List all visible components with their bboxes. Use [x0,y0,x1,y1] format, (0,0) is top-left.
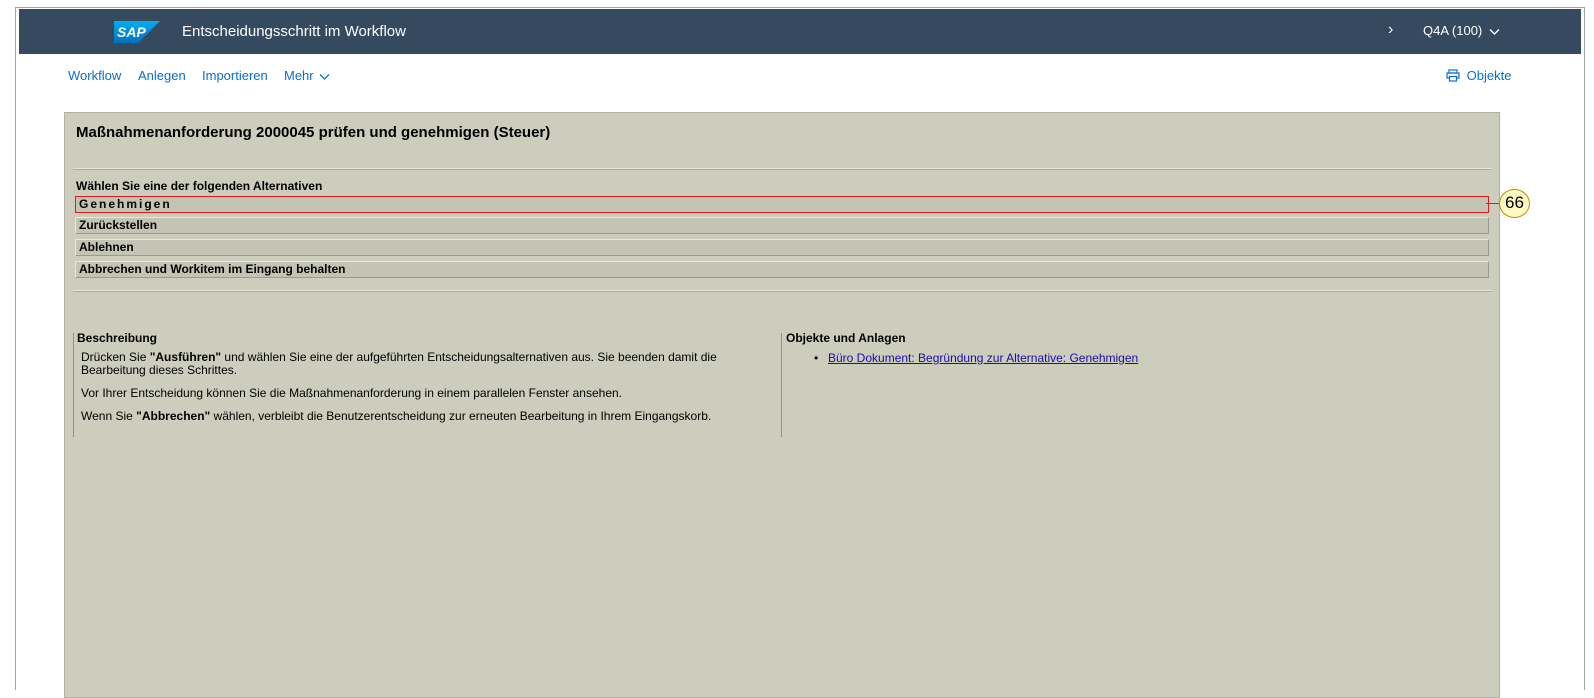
bullet-icon: • [814,351,819,365]
page-title: Maßnahmenanforderung 2000045 prüfen und … [76,124,551,141]
sap-logo-text: SAP [117,24,146,40]
shell-bar: SAP Entscheidungsschritt im Workflow › Q… [19,9,1581,54]
menu-importieren[interactable]: Importieren [202,68,268,83]
description-section: Beschreibung Drücken Sie "Ausführen" und… [77,331,767,433]
system-label: Q4A (100) [1423,23,1483,38]
alternative-genehmigen-button[interactable]: Genehmigen [75,196,1489,213]
chevron-down-icon [1489,28,1500,35]
app-title: Entscheidungsschritt im Workflow [182,23,406,40]
description-paragraph: Wenn Sie "Abbrechen" wählen, verbleibt d… [81,409,712,423]
chevron-down-icon [319,73,330,80]
attachment-link[interactable]: Büro Dokument: Begründung zur Alternativ… [828,351,1138,365]
chevron-right-icon[interactable]: › [1388,21,1393,39]
column-border [73,333,74,437]
menu-workflow[interactable]: Workflow [68,68,121,83]
app-window: SAP Entscheidungsschritt im Workflow › Q… [15,7,1585,698]
objects-button[interactable]: Objekte [1446,68,1511,83]
divider [73,290,1491,292]
column-divider [781,333,782,437]
objects-section: Objekte und Anlagen • Büro Dokument: Begr… [786,331,1476,365]
list-item: • Büro Dokument: Begründung zur Alternati… [814,351,1476,365]
printer-icon [1446,69,1460,82]
objects-heading: Objekte und Anlagen [786,331,906,345]
toolbar: Workflow Anlegen Importieren Mehr Objekt… [16,54,1584,104]
annotation-connector [1486,203,1500,204]
description-heading: Beschreibung [77,331,158,345]
alternatives-label: Wählen Sie eine der folgenden Alternativ… [76,179,323,193]
menu-anlegen[interactable]: Anlegen [138,68,186,83]
description-paragraph: Drücken Sie "Ausführen" und wählen Sie e… [81,350,717,377]
alternative-abbrechen-button[interactable]: Abbrechen und Workitem im Eingang behalt… [75,261,1489,278]
annotation-badge: 66 [1499,189,1530,218]
decision-panel: Maßnahmenanforderung 2000045 prüfen und … [64,112,1500,698]
alternative-ablehnen-button[interactable]: Ablehnen [75,239,1489,256]
objects-label: Objekte [1466,68,1512,83]
menu-mehr-label: Mehr [284,68,314,83]
description-paragraph: Vor Ihrer Entscheidung können Sie die Ma… [81,386,623,400]
system-selector[interactable]: Q4A (100) [1423,23,1500,38]
menu-mehr[interactable]: Mehr [284,68,330,83]
alternative-zurueckstellen-button[interactable]: Zurückstellen [75,217,1489,234]
sap-logo[interactable]: SAP [114,21,160,43]
divider [73,168,1491,170]
